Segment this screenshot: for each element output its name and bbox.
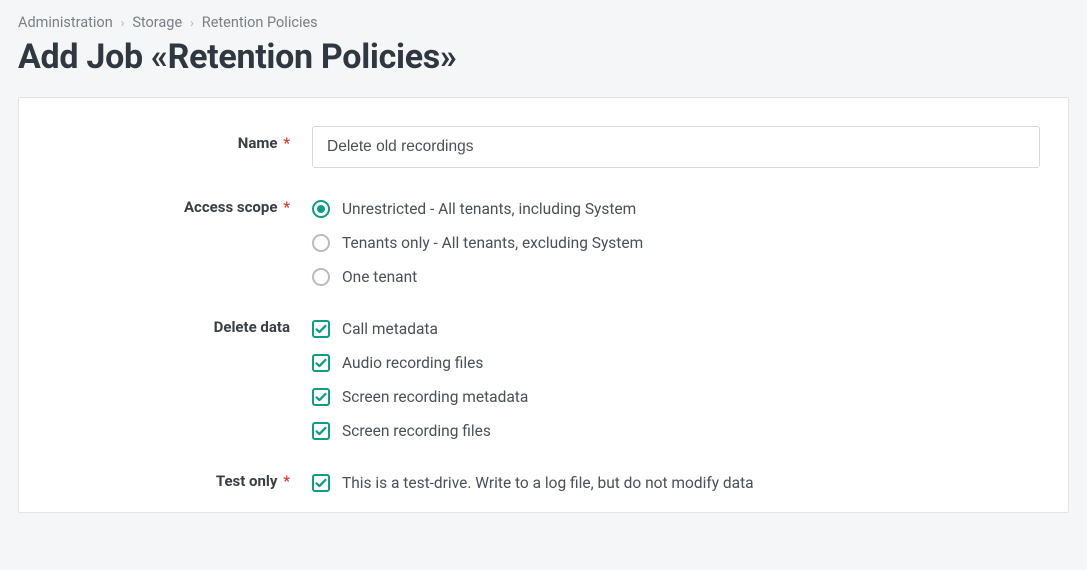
radio-icon: [312, 200, 330, 218]
checkbox-screen-recording-files[interactable]: Screen recording files: [312, 422, 1040, 440]
form-panel: Name * Access scope * Unrestricted - All…: [18, 97, 1069, 513]
row-name: Name *: [47, 126, 1040, 168]
breadcrumb-administration[interactable]: Administration: [18, 14, 113, 31]
label-test-only-text: Test only: [216, 472, 278, 490]
radio-icon: [312, 268, 330, 286]
chevron-right-icon: ›: [121, 16, 125, 30]
chevron-right-icon: ›: [190, 16, 194, 30]
checkbox-icon: [312, 354, 330, 372]
label-access-scope: Access scope *: [47, 196, 312, 216]
radio-icon: [312, 234, 330, 252]
required-marker: *: [283, 472, 290, 490]
radio-label: One tenant: [342, 268, 417, 286]
label-delete-data-text: Delete data: [214, 318, 290, 336]
checkbox-screen-recording-metadata[interactable]: Screen recording metadata: [312, 388, 1040, 406]
label-name-text: Name: [238, 134, 278, 152]
name-input[interactable]: [312, 126, 1040, 168]
checkbox-call-metadata[interactable]: Call metadata: [312, 320, 1040, 338]
required-marker: *: [283, 134, 290, 152]
label-test-only: Test only *: [47, 470, 312, 490]
checkbox-icon: [312, 388, 330, 406]
checkbox-label: Audio recording files: [342, 354, 483, 372]
breadcrumb-storage[interactable]: Storage: [132, 14, 182, 31]
checkbox-icon: [312, 320, 330, 338]
radio-label: Unrestricted - All tenants, including Sy…: [342, 200, 636, 218]
checkbox-test-drive[interactable]: This is a test-drive. Write to a log fil…: [312, 474, 1040, 492]
breadcrumb-retention-policies[interactable]: Retention Policies: [202, 14, 318, 31]
required-marker: *: [283, 198, 290, 216]
row-test-only: Test only * This is a test-drive. Write …: [47, 470, 1040, 492]
checkbox-icon: [312, 422, 330, 440]
label-access-scope-text: Access scope: [184, 198, 277, 216]
checkbox-label: Screen recording metadata: [342, 388, 528, 406]
radio-access-tenants-only[interactable]: Tenants only - All tenants, excluding Sy…: [312, 234, 1040, 252]
checkbox-label: Screen recording files: [342, 422, 491, 440]
checkbox-label: This is a test-drive. Write to a log fil…: [342, 474, 754, 492]
row-delete-data: Delete data Call metadata Audio record: [47, 316, 1040, 440]
checkbox-audio-recording-files[interactable]: Audio recording files: [312, 354, 1040, 372]
label-name: Name *: [47, 126, 312, 152]
radio-access-one-tenant[interactable]: One tenant: [312, 268, 1040, 286]
breadcrumb: Administration › Storage › Retention Pol…: [18, 14, 1069, 31]
checkbox-icon: [312, 474, 330, 492]
label-delete-data: Delete data: [47, 316, 312, 336]
radio-label: Tenants only - All tenants, excluding Sy…: [342, 234, 643, 252]
page-title: Add Job «Retention Policies»: [18, 37, 1069, 77]
checkbox-label: Call metadata: [342, 320, 438, 338]
row-access-scope: Access scope * Unrestricted - All tenant…: [47, 196, 1040, 286]
radio-access-unrestricted[interactable]: Unrestricted - All tenants, including Sy…: [312, 200, 1040, 218]
